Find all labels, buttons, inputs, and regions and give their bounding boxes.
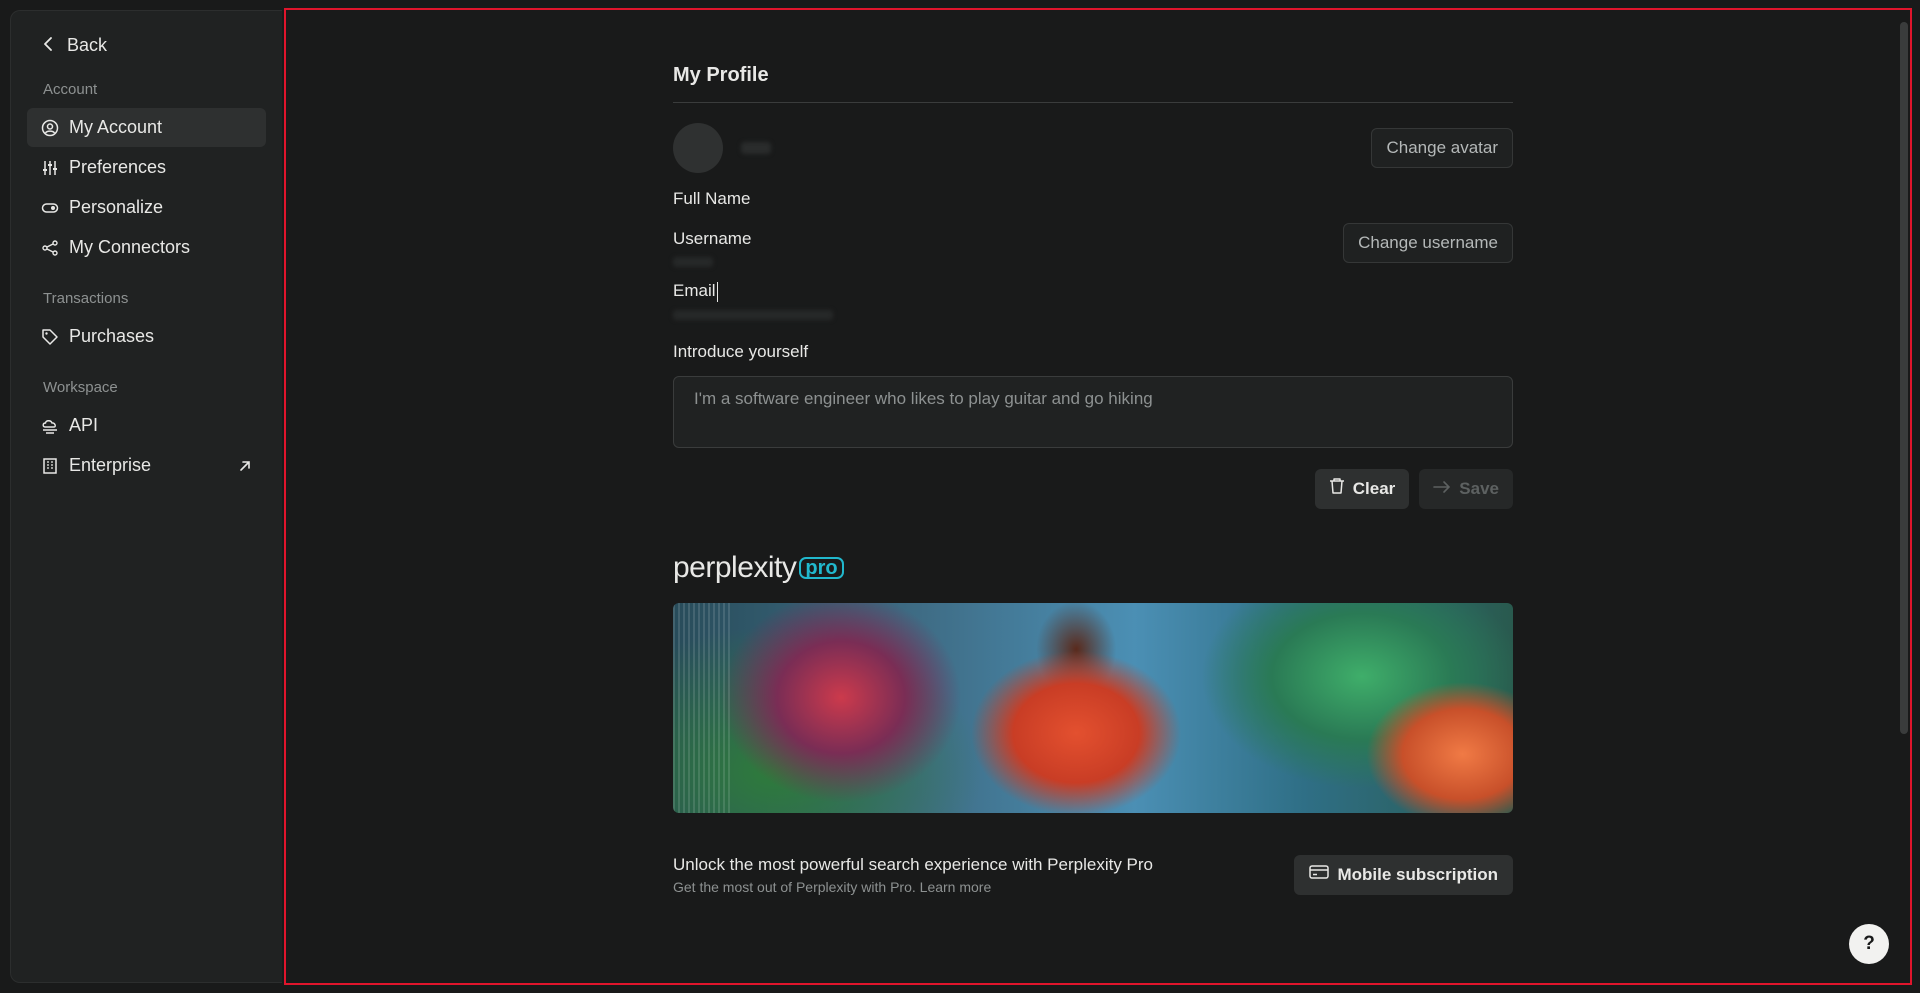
sidebar-item-label: My Connectors (69, 237, 191, 257)
chevron-left-icon (43, 35, 55, 56)
cloud-api-icon (41, 417, 59, 435)
sidebar-item-label: Enterprise (69, 455, 152, 475)
back-button[interactable]: Back (27, 29, 266, 61)
section-label-workspace: Workspace (43, 379, 118, 396)
scrollbar[interactable] (1900, 22, 1908, 734)
change-username-button[interactable]: Change username (1343, 223, 1513, 263)
full-name-label: Full Name (673, 189, 751, 208)
sidebar-item-api[interactable]: API (27, 406, 266, 445)
tag-icon (41, 328, 59, 346)
mobile-subscription-button[interactable]: Mobile subscription (1294, 854, 1513, 895)
pro-banner-image (673, 602, 1513, 813)
credit-card-icon (1309, 864, 1330, 885)
promo-title: Unlock the most powerful search experien… (673, 854, 1153, 874)
page-title: My Profile (673, 64, 769, 86)
introduce-block: Introduce yourself I'm a software engine… (673, 342, 1513, 448)
perplexity-pro-logo: perplexity pro (673, 547, 1513, 583)
sidebar-item-my-account[interactable]: My Account (27, 108, 266, 147)
username-row: Username Change username (673, 223, 1513, 267)
full-name-field: Full Name (673, 189, 1513, 209)
sidebar-item-label: API (69, 415, 99, 435)
sidebar-item-label: Purchases (69, 326, 155, 346)
profile-content: My Profile Change avatar Full Name Usern… (673, 60, 1513, 895)
clear-button[interactable]: Clear (1314, 468, 1410, 509)
brand-wordmark: perplexity (673, 550, 797, 584)
bio-actions: Clear Save (673, 468, 1513, 509)
promo-subtitle-link[interactable]: Get the most out of Perplexity with Pro.… (673, 879, 1153, 895)
toggle-icon (41, 199, 59, 217)
sidebar-item-label: Personalize (69, 197, 164, 217)
help-button[interactable]: ? (1849, 924, 1889, 964)
introduce-label: Introduce yourself (673, 341, 809, 361)
divider (673, 102, 1513, 103)
sidebar-item-label: Preferences (69, 157, 167, 177)
email-label: Email (673, 281, 718, 302)
share-nodes-icon (41, 239, 59, 257)
settings-sidebar: Back Account My Account Preferences Pers… (10, 10, 282, 983)
avatar-row: Change avatar (673, 123, 1513, 173)
sidebar-item-purchases[interactable]: Purchases (27, 317, 266, 356)
sidebar-item-preferences[interactable]: Preferences (27, 148, 266, 187)
avatar (673, 123, 723, 173)
redacted-name (741, 142, 771, 154)
sidebar-item-label: My Account (69, 117, 163, 137)
user-circle-icon (41, 119, 59, 137)
email-field: Email (673, 281, 1513, 320)
sidebar-item-my-connectors[interactable]: My Connectors (27, 228, 266, 267)
building-icon (41, 457, 59, 475)
sidebar-item-personalize[interactable]: Personalize (27, 188, 266, 227)
change-avatar-button[interactable]: Change avatar (1371, 128, 1513, 168)
introduce-textarea[interactable]: I'm a software engineer who likes to pla… (673, 375, 1513, 448)
sliders-icon (41, 159, 59, 177)
brand-pro-badge: pro (799, 556, 844, 579)
username-label: Username (673, 229, 752, 248)
section-label-transactions: Transactions (43, 290, 129, 307)
pro-promo: Unlock the most powerful search experien… (673, 854, 1513, 895)
redacted-email (673, 309, 833, 320)
section-label-account: Account (43, 81, 98, 98)
save-button[interactable]: Save (1419, 468, 1513, 509)
arrow-right-icon (1433, 479, 1451, 499)
trash-icon (1329, 477, 1345, 500)
arrow-up-right-icon (238, 459, 252, 473)
sidebar-item-enterprise[interactable]: Enterprise (27, 446, 266, 485)
app: Back Account My Account Preferences Pers… (0, 0, 1920, 993)
redacted-username (673, 257, 713, 267)
back-label: Back (67, 34, 108, 55)
